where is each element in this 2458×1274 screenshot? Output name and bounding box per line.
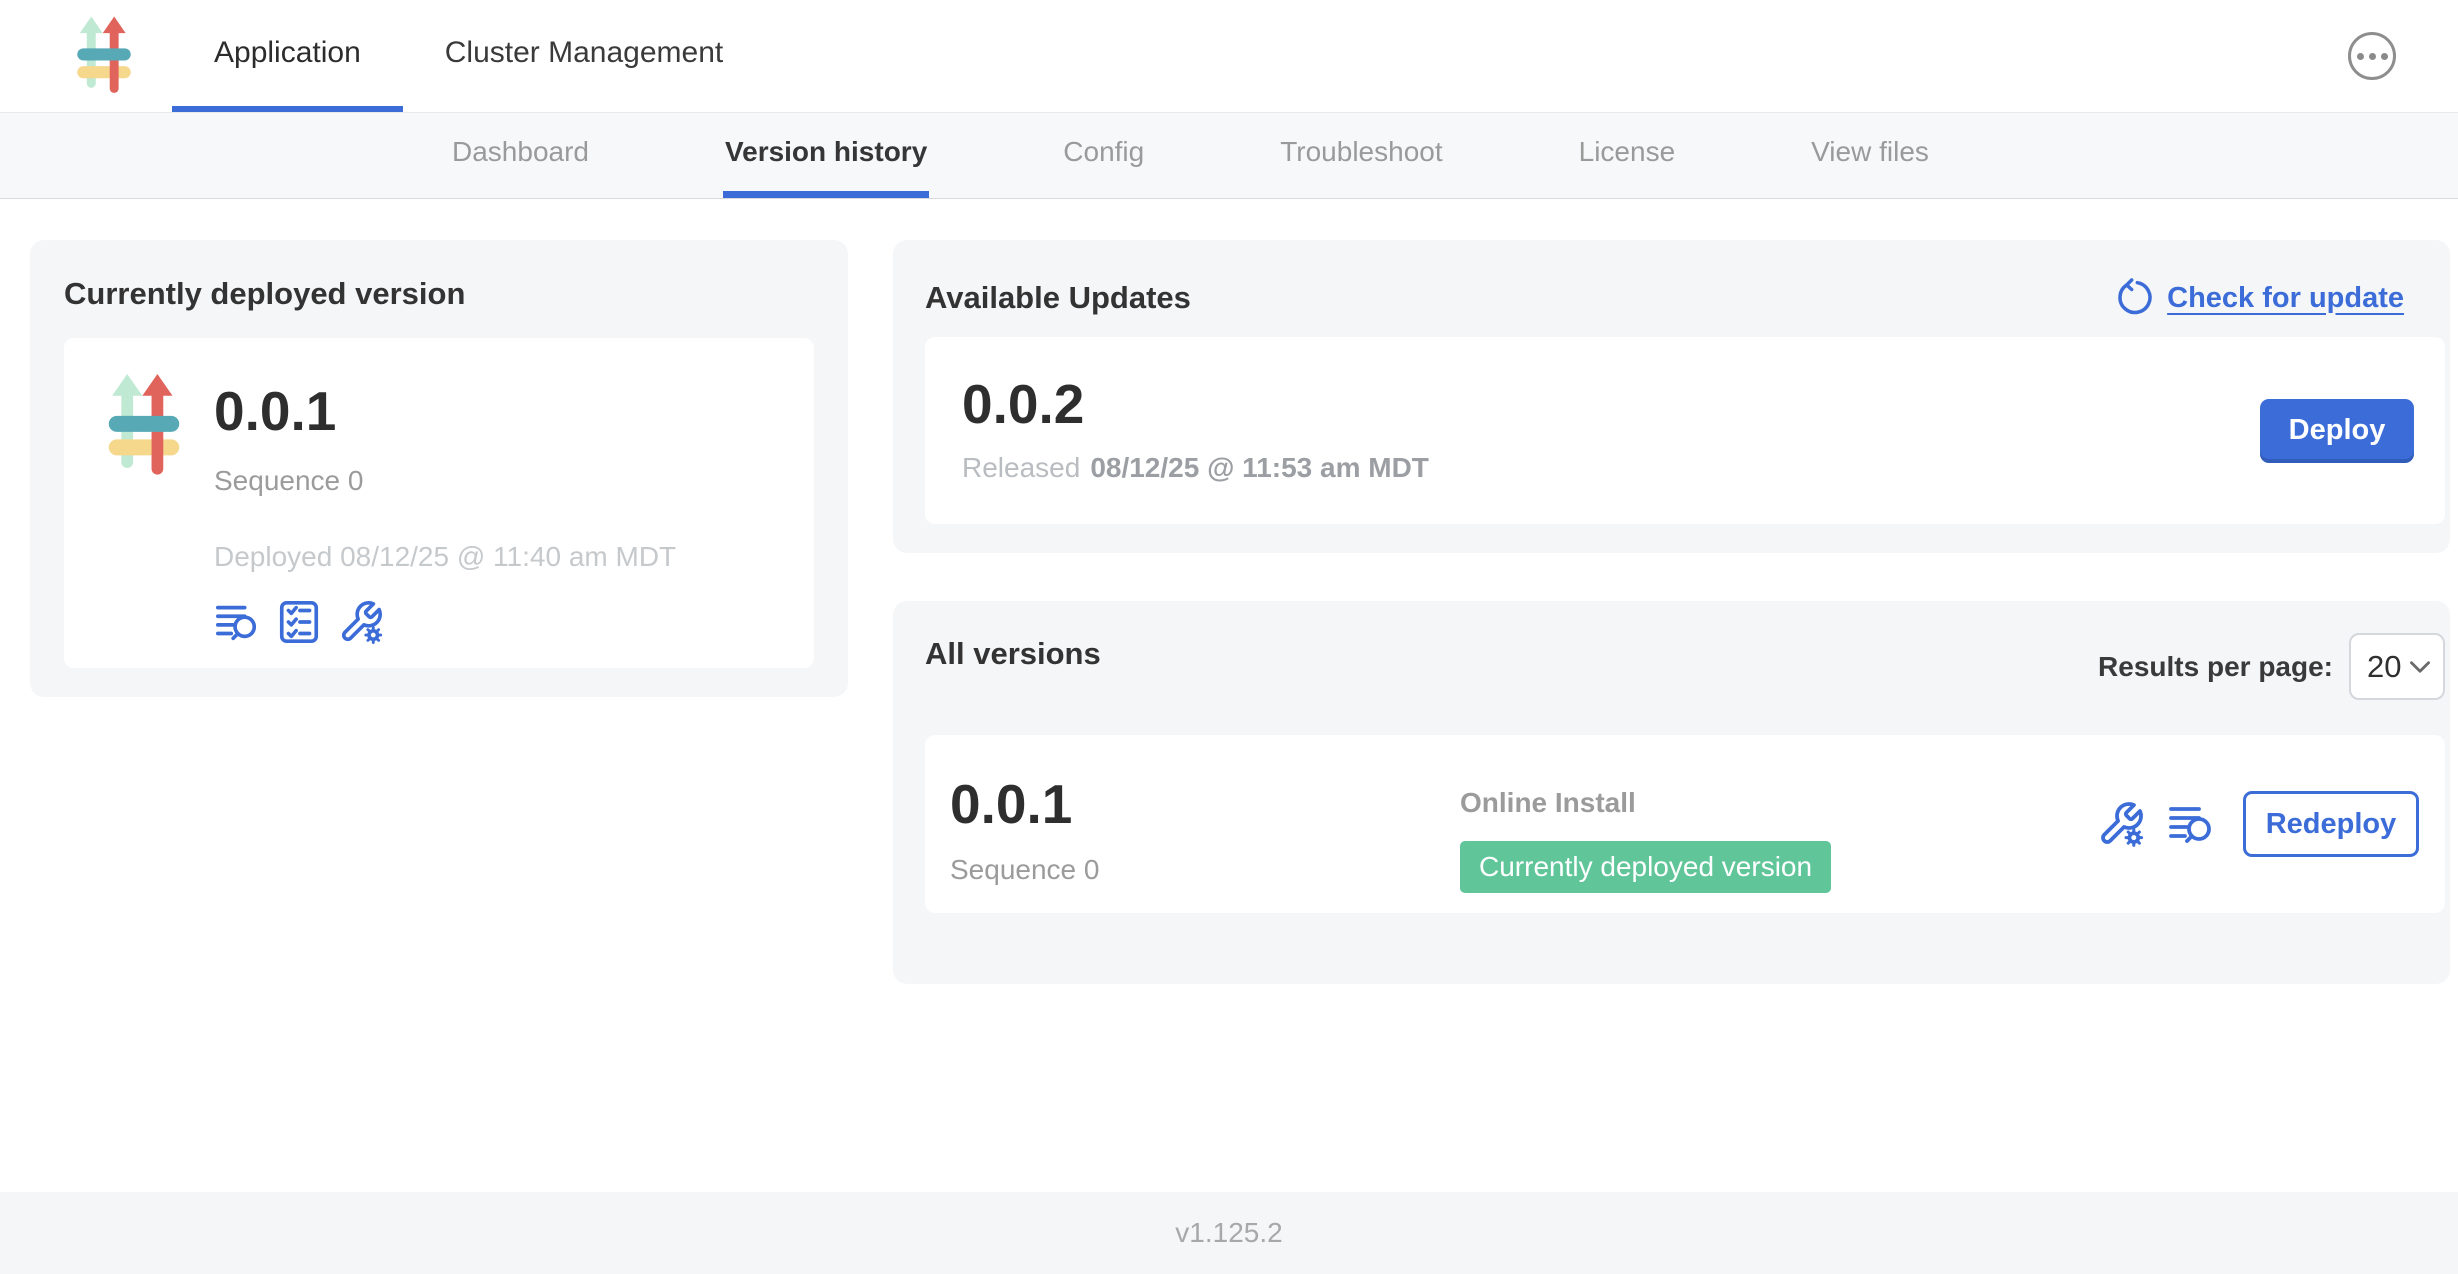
console-footer: v1.125.2 <box>0 1192 2458 1274</box>
deployed-version-number: 0.0.1 <box>214 384 676 439</box>
released-date: 08/12/25 @ 11:53 am MDT <box>1090 452 1429 483</box>
available-updates-title: Available Updates <box>925 280 1191 316</box>
row-version-number: 0.0.1 <box>950 777 1099 832</box>
chevron-down-icon <box>2410 661 2430 673</box>
redeploy-button[interactable]: Redeploy <box>2243 791 2419 857</box>
subnav-tab-label: Troubleshoot <box>1280 136 1442 168</box>
top-nav-tabs: Application Cluster Management <box>172 0 765 112</box>
tab-cluster-management-label: Cluster Management <box>445 36 723 70</box>
refresh-icon <box>2114 278 2154 318</box>
release-notes-icon[interactable] <box>2167 800 2215 848</box>
update-version-number: 0.0.2 <box>962 377 1429 432</box>
top-nav: Application Cluster Management <box>0 0 2458 113</box>
all-versions-card: All versions Results per page: 20 0.0.1 … <box>893 601 2450 984</box>
currently-deployed-badge: Currently deployed version <box>1460 841 1831 893</box>
app-sub-nav: Dashboard Version history Config Trouble… <box>0 113 2458 199</box>
subnav-tab-dashboard[interactable]: Dashboard <box>450 113 591 198</box>
check-for-update-label: Check for update <box>2167 282 2404 315</box>
subnav-tab-label: License <box>1579 136 1676 168</box>
deploy-button[interactable]: Deploy <box>2260 399 2414 463</box>
available-updates-card: Available Updates Check for update 0.0.2… <box>893 240 2450 553</box>
install-type-label: Online Install <box>1460 787 1831 819</box>
version-row: 0.0.1 Sequence 0 Online Install Currentl… <box>925 735 2445 913</box>
available-update-row: 0.0.2 Released 08/12/25 @ 11:53 am MDT De… <box>925 337 2445 524</box>
subnav-tab-view-files[interactable]: View files <box>1809 113 1931 198</box>
row-sequence: Sequence 0 <box>950 854 1099 886</box>
currently-deployed-card: Currently deployed version 0.0.1 Sequenc… <box>30 240 848 697</box>
tab-application-label: Application <box>214 36 361 70</box>
subnav-tab-troubleshoot[interactable]: Troubleshoot <box>1278 113 1444 198</box>
config-icon[interactable] <box>2097 800 2145 848</box>
tab-cluster-management[interactable]: Cluster Management <box>403 0 765 112</box>
subnav-tab-label: Config <box>1063 136 1144 168</box>
subnav-tab-version-history[interactable]: Version history <box>723 113 929 198</box>
results-per-page-value: 20 <box>2367 649 2401 685</box>
version-history-page: Currently deployed version 0.0.1 Sequenc… <box>0 199 2458 1192</box>
ellipsis-dot <box>2381 53 2388 60</box>
currently-deployed-title: Currently deployed version <box>64 276 814 312</box>
results-per-page-select[interactable]: 20 <box>2349 633 2445 700</box>
console-version: v1.125.2 <box>1175 1217 1282 1249</box>
check-for-update-link[interactable]: Check for update <box>2114 278 2404 318</box>
release-notes-icon[interactable] <box>214 599 260 645</box>
overflow-menu-icon[interactable] <box>2348 32 2396 80</box>
deployed-version-panel: 0.0.1 Sequence 0 Deployed 08/12/25 @ 11:… <box>64 338 814 668</box>
subnav-tab-label: View files <box>1811 136 1929 168</box>
released-prefix: Released <box>962 452 1080 483</box>
subnav-tab-label: Dashboard <box>452 136 589 168</box>
deployed-sequence: Sequence 0 <box>214 465 676 497</box>
ellipsis-dot <box>2369 53 2376 60</box>
update-released-timestamp: Released 08/12/25 @ 11:53 am MDT <box>962 452 1429 484</box>
ellipsis-dot <box>2357 53 2364 60</box>
preflight-checks-icon[interactable] <box>276 599 322 645</box>
config-icon[interactable] <box>338 599 384 645</box>
deployed-timestamp: Deployed 08/12/25 @ 11:40 am MDT <box>214 541 676 573</box>
subnav-tab-config[interactable]: Config <box>1061 113 1146 198</box>
subnav-tab-label: Version history <box>725 136 927 168</box>
results-per-page-label: Results per page: <box>2098 651 2333 683</box>
all-versions-title: All versions <box>925 636 1101 672</box>
subnav-tab-license[interactable]: License <box>1577 113 1678 198</box>
app-logo-icon <box>100 374 188 478</box>
tab-application[interactable]: Application <box>172 0 403 112</box>
app-logo-icon <box>76 14 132 98</box>
